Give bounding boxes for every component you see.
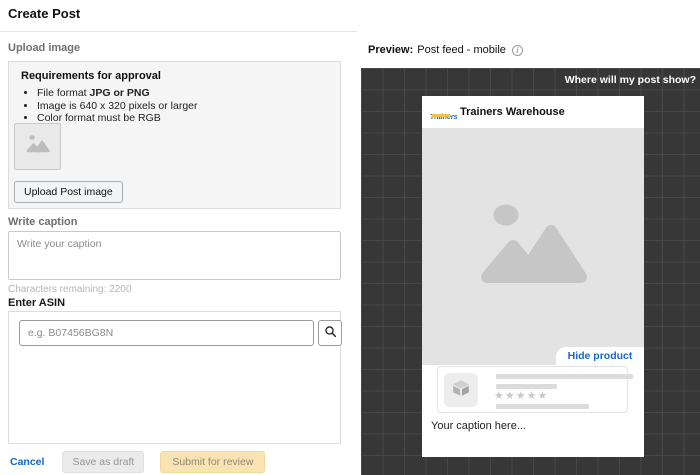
preview-stage: Where will my post show? Trainers Traine… xyxy=(361,68,700,475)
brand-header: Trainers Trainers Warehouse xyxy=(422,96,644,128)
upload-image-label: Upload image xyxy=(8,42,80,54)
write-caption-label: Write caption xyxy=(8,216,77,228)
requirement-item: File format JPG or PNG xyxy=(37,88,198,100)
caption-input[interactable] xyxy=(8,231,341,280)
product-title-placeholder xyxy=(496,374,633,379)
image-placeholder-icon xyxy=(25,133,51,160)
logo-underline xyxy=(432,114,450,117)
requirement-item: Color format must be RGB xyxy=(37,113,198,125)
post-image-placeholder xyxy=(422,128,644,365)
rating-stars: ★★★★★ xyxy=(494,389,548,402)
save-as-draft-button[interactable]: Save as draft xyxy=(62,451,144,473)
upload-post-image-button[interactable]: Upload Post image xyxy=(14,181,123,203)
requirements-list: File format JPG or PNG Image is 640 x 32… xyxy=(37,88,198,126)
search-icon xyxy=(324,325,337,341)
requirement-item: Image is 640 x 320 pixels or larger xyxy=(37,101,198,113)
mobile-post-preview: Trainers Trainers Warehouse xyxy=(422,96,644,457)
brand-logo: Trainers xyxy=(430,106,454,119)
cancel-button[interactable]: Cancel xyxy=(10,456,44,468)
preview-header: Preview: Post feed - mobile i xyxy=(368,44,523,56)
where-will-post-show-link[interactable]: Where will my post show? xyxy=(565,74,696,86)
upload-requirements-panel: Requirements for approval File format JP… xyxy=(8,61,341,209)
product-thumbnail xyxy=(444,373,478,407)
characters-remaining: Characters remaining: 2200 xyxy=(8,284,131,295)
submit-for-review-button[interactable]: Submit for review xyxy=(160,451,265,473)
brand-name: Trainers Warehouse xyxy=(460,106,565,118)
image-placeholder-icon xyxy=(477,197,589,296)
info-icon[interactable]: i xyxy=(512,45,523,56)
package-box-icon xyxy=(450,377,472,404)
hide-product-tab: Hide product xyxy=(556,347,644,365)
requirements-title: Requirements for approval xyxy=(21,70,161,82)
create-post-page: Create Post Upload image Requirements fo… xyxy=(0,0,700,475)
asin-search-button[interactable] xyxy=(318,320,342,346)
header-divider xyxy=(0,31,357,32)
asin-search-panel xyxy=(8,311,341,444)
form-actions: Cancel Save as draft Submit for review xyxy=(0,449,357,475)
asin-input[interactable] xyxy=(19,320,314,346)
preview-mode: Post feed - mobile xyxy=(417,44,506,56)
page-title: Create Post xyxy=(8,6,80,21)
preview-caption-text: Your caption here... xyxy=(431,420,526,432)
image-thumbnail-placeholder xyxy=(14,123,61,170)
preview-label: Preview: xyxy=(368,44,413,56)
hide-product-link[interactable]: Hide product xyxy=(568,350,633,362)
product-price-placeholder xyxy=(496,404,589,409)
enter-asin-label: Enter ASIN xyxy=(8,297,65,309)
product-card: ★★★★★ xyxy=(437,366,628,413)
